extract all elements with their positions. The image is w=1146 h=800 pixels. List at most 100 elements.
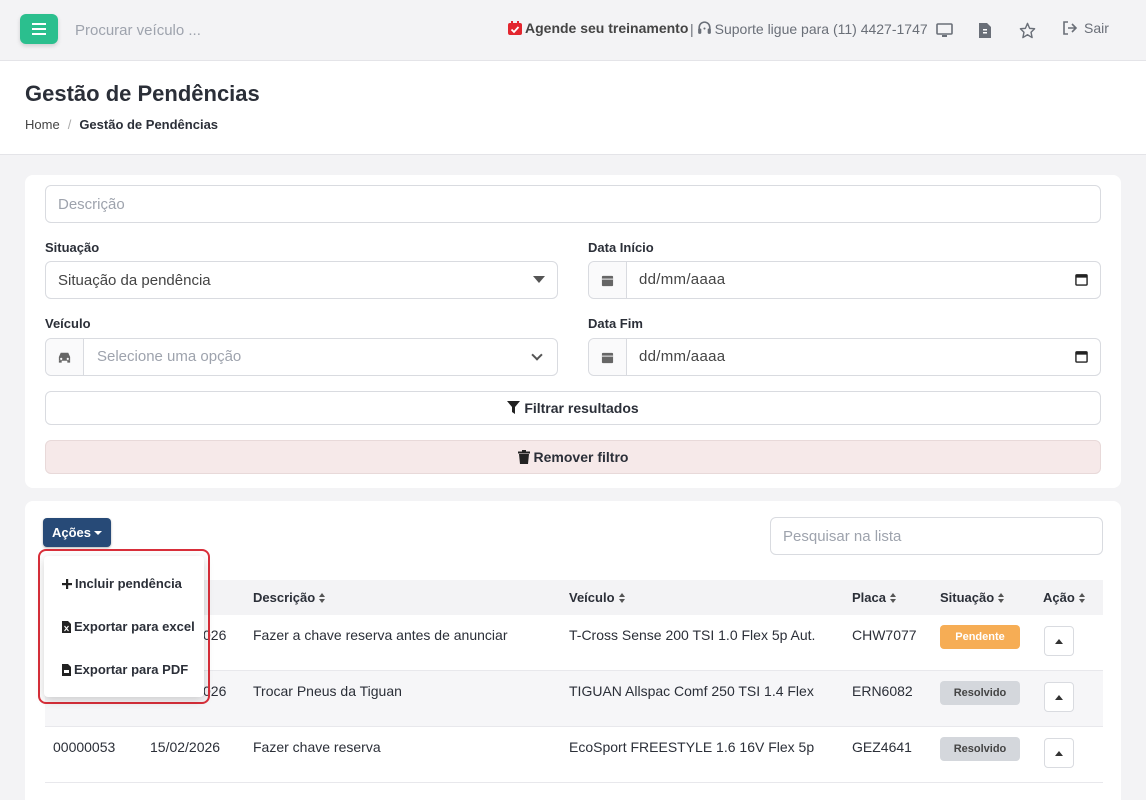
sort-icon	[889, 592, 896, 603]
veiculo-placeholder: Selecione uma opção	[97, 348, 242, 365]
row-descricao: Trocar Pneus da Tiguan	[253, 683, 402, 699]
menu-toggle-button[interactable]	[20, 14, 58, 44]
top-bar: Procurar veículo ... Agende seu treiname…	[0, 0, 1146, 61]
actions-label: Ações	[51, 525, 92, 540]
status-badge: Resolvido	[940, 681, 1020, 705]
support-separator: |	[690, 20, 694, 37]
calendar-addon-icon	[589, 262, 627, 298]
filter-results-button[interactable]: Filtrar resultados	[45, 391, 1101, 425]
training-link[interactable]: Agende seu treinamento	[507, 20, 688, 36]
chevron-down-icon	[531, 349, 543, 361]
column-acao-label: Ação	[1043, 590, 1075, 605]
car-icon	[46, 339, 84, 375]
actions-dropdown-menu: Incluir pendência Exportar para excel Ex…	[44, 556, 204, 697]
sort-icon	[618, 592, 625, 603]
column-situacao[interactable]: Situação	[940, 590, 1005, 605]
row-placa: GEZ4641	[852, 739, 912, 755]
caret-up-icon	[1055, 750, 1063, 756]
row-id: 00000053	[53, 739, 116, 755]
filter-results-label: Filtrar resultados	[524, 400, 639, 416]
page-title: Gestão de Pendências	[25, 81, 260, 106]
situacao-select[interactable]: Situação da pendência	[45, 261, 558, 299]
menu-item-export-excel[interactable]: Exportar para excel	[62, 619, 195, 634]
list-search-placeholder: Pesquisar na lista	[783, 527, 902, 545]
remove-filter-button[interactable]: Remover filtro	[45, 440, 1101, 474]
logout-icon	[1063, 21, 1078, 35]
caret-down-icon	[94, 530, 103, 535]
hamburger-icon	[32, 23, 46, 35]
sort-icon	[1078, 592, 1085, 603]
document-icon[interactable]	[976, 21, 994, 39]
remove-filter-label: Remover filtro	[533, 449, 629, 465]
column-descricao-label: Descrição	[253, 590, 316, 605]
data-fim-value: dd/mm/aaaa	[639, 348, 726, 365]
training-label: Agende seu treinamento	[525, 20, 689, 36]
row-veiculo: TIGUAN Allspac Comf 250 TSI 1.4 Flex	[569, 683, 814, 699]
column-veiculo-label: Veículo	[569, 590, 615, 605]
menu-item-export-pdf-label: Exportar para PDF	[74, 662, 189, 677]
filter-card: Descrição Situação Situação da pendência…	[25, 175, 1121, 488]
breadcrumb-separator: /	[67, 117, 72, 132]
pdf-file-icon	[62, 663, 71, 676]
sort-icon	[998, 592, 1005, 603]
caret-up-icon	[1055, 638, 1063, 644]
breadcrumb-current: Gestão de Pendências	[79, 117, 219, 132]
caret-up-icon	[1055, 694, 1063, 700]
description-input[interactable]: Descrição	[45, 185, 1101, 223]
row-descricao: Fazer a chave reserva antes de anunciar	[253, 627, 508, 643]
logout-label: Sair	[1084, 20, 1109, 36]
status-badge: Resolvido	[940, 737, 1020, 761]
status-badge: Pendente	[940, 625, 1020, 649]
row-action-button[interactable]	[1044, 682, 1074, 712]
menu-item-include[interactable]: Incluir pendência	[62, 576, 182, 591]
calendar-picker-icon[interactable]	[1075, 273, 1088, 290]
caret-down-icon	[533, 276, 545, 283]
monitor-icon[interactable]	[935, 21, 953, 39]
veiculo-select[interactable]: Selecione uma opção	[45, 338, 558, 376]
page-header: Gestão de Pendências Home / Gestão de Pe…	[0, 61, 1146, 155]
calendar-picker-icon[interactable]	[1075, 350, 1088, 367]
row-action-button[interactable]	[1044, 738, 1074, 768]
column-placa[interactable]: Placa	[852, 590, 896, 605]
table-row[interactable]: 00000053 15/02/2026 Fazer chave reserva …	[45, 727, 1103, 783]
excel-file-icon	[62, 620, 71, 633]
data-fim-label: Data Fim	[588, 316, 643, 331]
headset-icon	[697, 21, 711, 34]
column-situacao-label: Situação	[940, 590, 995, 605]
support-link[interactable]: | Suporte ligue para (11) 4427-1747	[690, 20, 928, 37]
menu-item-include-label: Incluir pendência	[75, 576, 182, 591]
column-acao[interactable]: Ação	[1043, 590, 1085, 605]
row-action-button[interactable]	[1044, 626, 1074, 656]
row-placa: CHW7077	[852, 627, 917, 643]
column-placa-label: Placa	[852, 590, 886, 605]
plus-icon	[62, 578, 72, 589]
calendar-addon-icon	[589, 339, 627, 375]
situacao-value: Situação da pendência	[58, 271, 211, 289]
situacao-label: Situação	[45, 240, 100, 255]
data-inicio-value: dd/mm/aaaa	[639, 271, 726, 288]
column-descricao[interactable]: Descrição	[253, 590, 326, 605]
data-inicio-label: Data Início	[588, 240, 654, 255]
row-descricao: Fazer chave reserva	[253, 739, 381, 755]
sort-icon	[319, 592, 326, 603]
data-inicio-input[interactable]: dd/mm/aaaa	[588, 261, 1101, 299]
row-veiculo: EcoSport FREESTYLE 1.6 16V Flex 5p	[569, 739, 815, 755]
breadcrumb-home[interactable]: Home	[25, 117, 60, 132]
data-fim-input[interactable]: dd/mm/aaaa	[588, 338, 1101, 376]
column-veiculo[interactable]: Veículo	[569, 590, 625, 605]
breadcrumb: Home / Gestão de Pendências	[25, 117, 218, 132]
menu-item-export-pdf[interactable]: Exportar para PDF	[62, 662, 188, 677]
row-placa: ERN6082	[852, 683, 913, 699]
row-veiculo: T-Cross Sense 200 TSI 1.0 Flex 5p Aut.	[569, 627, 816, 643]
list-search-input[interactable]: Pesquisar na lista	[770, 517, 1103, 555]
actions-button[interactable]: Ações	[43, 518, 111, 547]
trash-icon	[517, 450, 530, 464]
support-label: Suporte ligue para (11) 4427-1747	[714, 20, 928, 37]
calendar-icon	[508, 21, 522, 35]
star-icon[interactable]	[1018, 21, 1036, 39]
logout-button[interactable]: Sair	[1062, 20, 1109, 36]
vehicle-search-input[interactable]: Procurar veículo ...	[75, 22, 201, 39]
filter-icon	[507, 401, 521, 414]
row-date: 15/02/2026	[150, 739, 221, 755]
menu-item-export-excel-label: Exportar para excel	[74, 619, 195, 634]
